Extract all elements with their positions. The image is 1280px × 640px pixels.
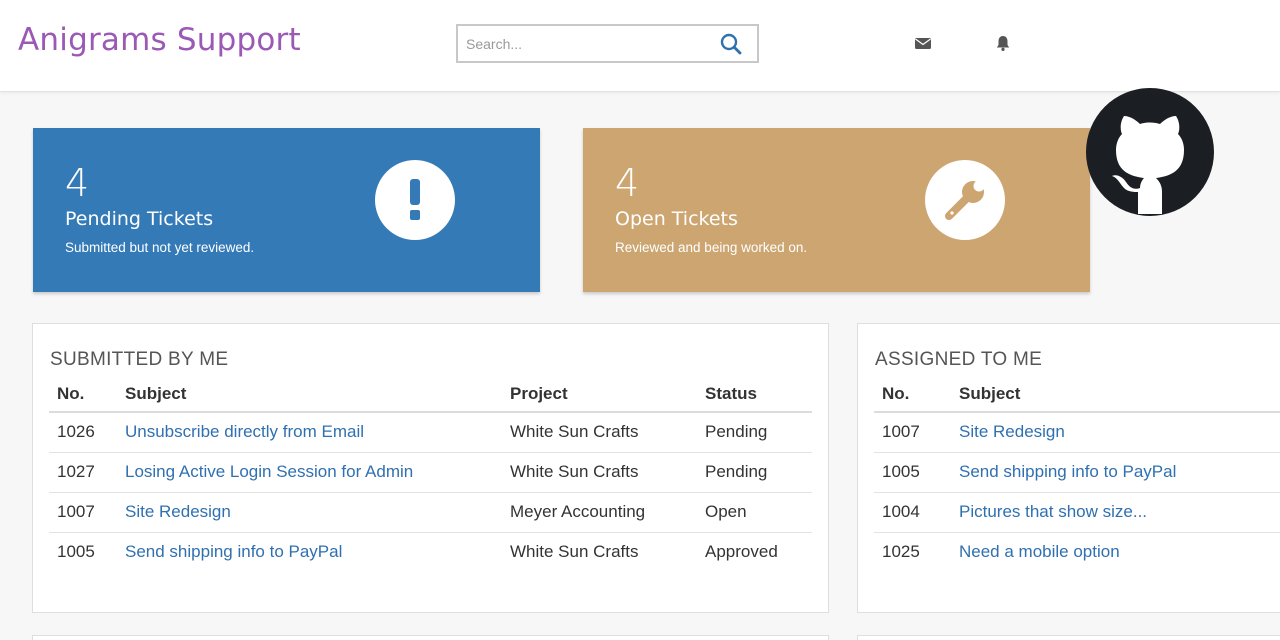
assigned-table: No. Subject 1007 Site Redesign 1005 Send… (874, 376, 1280, 572)
table-row: 1005 Send shipping info to PayPal White … (49, 532, 812, 572)
submitted-table: No. Subject Project Status 1026 Unsubscr… (49, 376, 812, 572)
search-icon[interactable] (719, 32, 743, 56)
ticket-number: 1026 (49, 412, 117, 453)
exclamation-icon (375, 160, 455, 240)
open-title: Open Tickets (615, 208, 738, 230)
column-header[interactable]: Subject (951, 376, 1280, 413)
table-header-row: No. Subject Project Status (49, 376, 812, 413)
column-header[interactable]: Project (502, 376, 697, 413)
lower-panel-left (32, 635, 829, 640)
search-input[interactable] (458, 26, 708, 61)
column-header[interactable]: Status (697, 376, 812, 413)
ticket-subject-link[interactable]: Unsubscribe directly from Email (125, 422, 364, 441)
column-header[interactable]: Subject (117, 376, 502, 413)
ticket-subject-link[interactable]: Site Redesign (959, 422, 1065, 441)
open-tickets-card[interactable]: 4 Open Tickets Reviewed and being worked… (583, 128, 1090, 292)
github-icon[interactable] (1086, 88, 1214, 216)
ticket-status: Open (697, 492, 812, 533)
ticket-number: 1005 (874, 452, 951, 493)
table-row: 1027 Losing Active Login Session for Adm… (49, 452, 812, 493)
wrench-icon (925, 160, 1005, 240)
ticket-number: 1007 (874, 412, 951, 453)
ticket-subject-link[interactable]: Send shipping info to PayPal (125, 542, 342, 561)
bell-icon[interactable] (994, 34, 1012, 52)
table-row: 1007 Site Redesign Meyer Accounting Open (49, 492, 812, 533)
ticket-number: 1005 (57, 542, 95, 562)
ticket-status: Pending (697, 412, 812, 453)
table-row: 1007 Site Redesign (874, 412, 1280, 453)
ticket-status: Pending (697, 452, 812, 493)
ticket-project: White Sun Crafts (502, 412, 697, 453)
ticket-subject-link[interactable]: Site Redesign (125, 502, 231, 521)
ticket-subject-link[interactable]: Losing Active Login Session for Admin (125, 462, 413, 481)
ticket-number: 1004 (874, 492, 951, 533)
open-description: Reviewed and being worked on. (615, 240, 808, 255)
ticket-project: White Sun Crafts (502, 452, 697, 493)
table-row: 1026 Unsubscribe directly from Email Whi… (49, 412, 812, 453)
column-header[interactable]: No. (49, 376, 117, 413)
ticket-number: 1027 (49, 452, 117, 493)
panel-title: SUBMITTED BY ME (50, 349, 229, 370)
pending-title: Pending Tickets (65, 208, 214, 230)
ticket-status: Approved (705, 542, 778, 562)
app-brand[interactable]: Anigrams Support (18, 22, 301, 58)
ticket-subject-link[interactable]: Send shipping info to PayPal (959, 462, 1176, 481)
ticket-subject-link[interactable]: Need a mobile option (959, 542, 1120, 561)
pending-description: Submitted but not yet reviewed. (65, 240, 255, 255)
ticket-project: Meyer Accounting (502, 492, 697, 533)
table-row: 1025 Need a mobile option (874, 532, 1280, 572)
top-navbar: Anigrams Support (0, 0, 1280, 92)
panel-title: ASSIGNED TO ME (875, 349, 1043, 370)
table-row: 1004 Pictures that show size... (874, 492, 1280, 533)
pending-count: 4 (65, 161, 90, 205)
submitted-by-me-panel: SUBMITTED BY ME No. Subject Project Stat… (32, 323, 829, 613)
search-box (456, 24, 759, 63)
ticket-project: White Sun Crafts (510, 542, 639, 562)
table-row: 1005 Send shipping info to PayPal (874, 452, 1280, 493)
ticket-number: 1007 (49, 492, 117, 533)
ticket-subject-link[interactable]: Pictures that show size... (959, 502, 1147, 521)
column-header[interactable]: No. (874, 376, 951, 413)
lower-panel-right (857, 635, 1280, 640)
table-header-row: No. Subject (874, 376, 1280, 413)
pending-tickets-card[interactable]: 4 Pending Tickets Submitted but not yet … (33, 128, 540, 292)
open-count: 4 (615, 161, 640, 205)
envelope-icon[interactable] (914, 34, 932, 52)
assigned-to-me-panel: ASSIGNED TO ME No. Subject 1007 Site Red… (857, 323, 1280, 613)
ticket-number: 1025 (882, 542, 920, 562)
